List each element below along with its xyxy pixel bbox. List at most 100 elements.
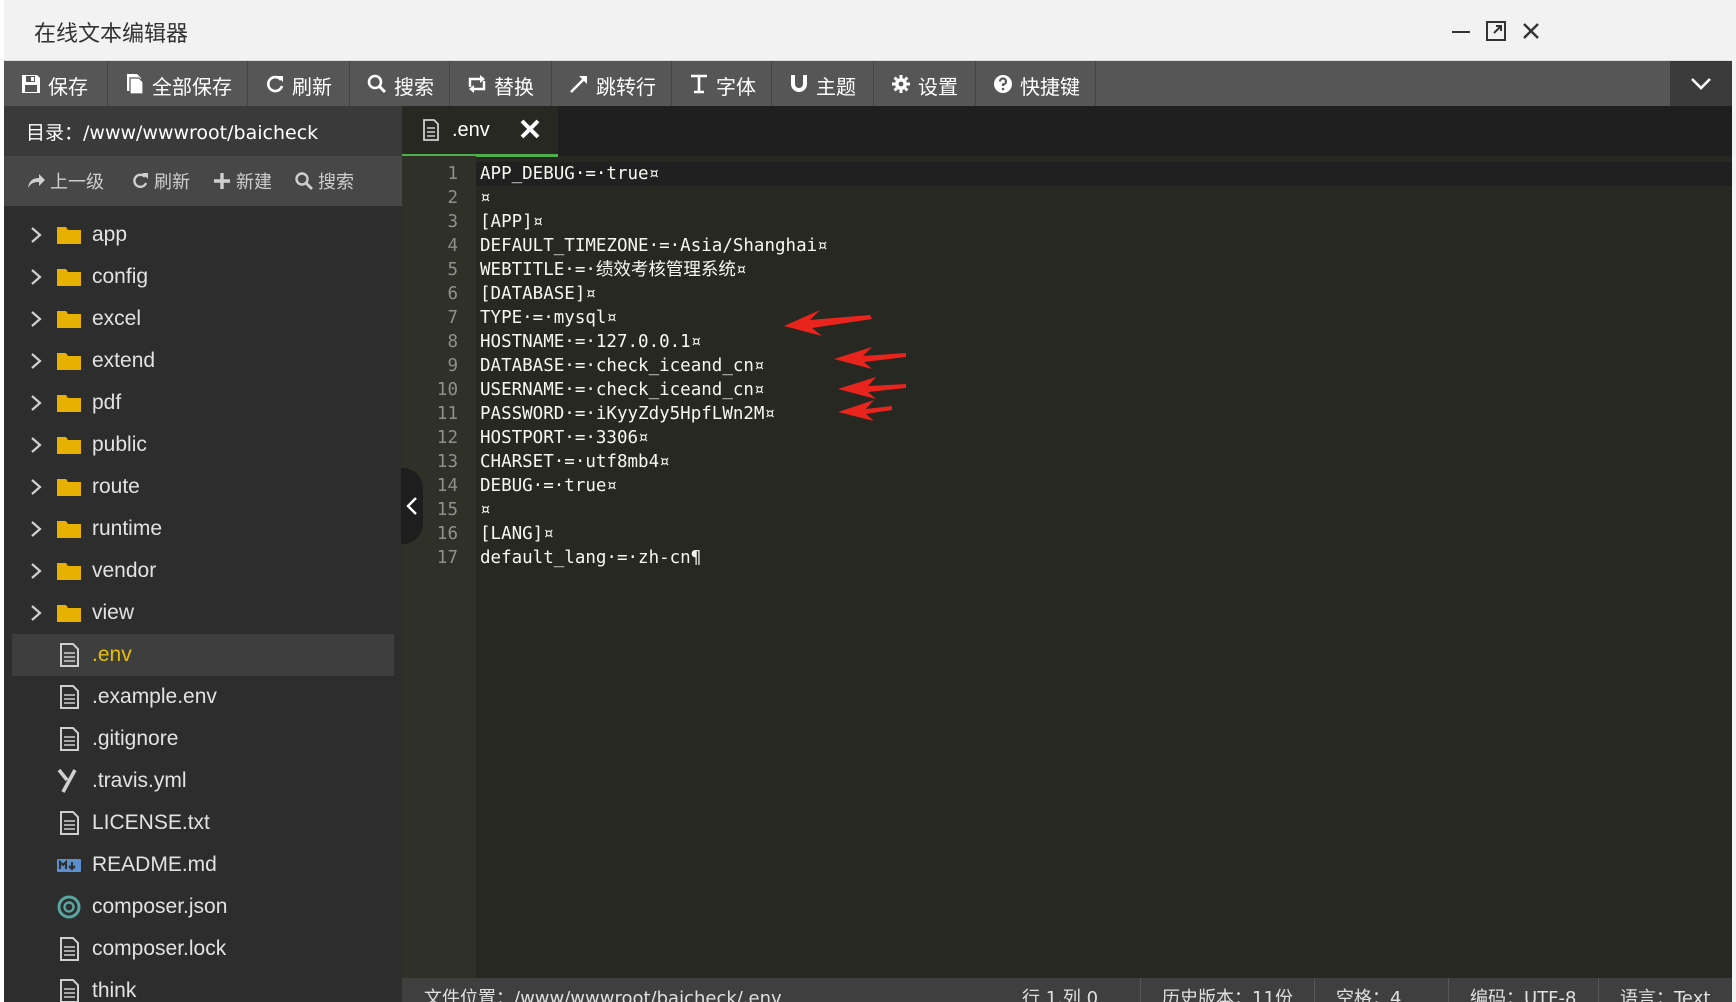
folder-row[interactable]: pdf [4,382,402,424]
line-number: 5 [447,260,458,280]
code-line[interactable]: 10 USERNAME·=·check_iceand_cn¤ [402,378,1732,402]
file-row-active[interactable]: .env [12,634,394,676]
close-button[interactable] [1514,14,1548,48]
file-tree: app config excel extend pdf public route… [4,214,402,1002]
refresh-button[interactable]: 刷新 [248,61,350,106]
code-line[interactable]: 13 CHARSET·=·utf8mb4¤ [402,450,1732,474]
replace-button[interactable]: 替换 [450,61,552,106]
title-bar: 在线文本编辑器 [4,0,1732,61]
up-level-button[interactable]: 上一级 [26,168,104,194]
code-line[interactable]: 17 default_lang·=·zh-cn¶ [402,546,1732,570]
code-line[interactable]: 12 HOSTPORT·=·3306¤ [402,426,1732,450]
folder-row[interactable]: app [4,214,402,256]
goto-line-button[interactable]: 跳转行 [552,61,672,106]
shortcuts-button[interactable]: 快捷键 [976,61,1096,106]
replace-icon [466,73,488,95]
folder-row[interactable]: excel [4,298,402,340]
outer-scrollbar[interactable] [1732,0,1736,1002]
directory-path: 目录：/www/wwwroot/baicheck [4,106,402,156]
file-name: think [92,979,137,1002]
chevron-right-icon [31,311,42,327]
chevron-left-icon [406,497,417,515]
minimize-button[interactable] [1444,14,1478,48]
file-row[interactable]: composer.json [4,886,402,928]
sidebar-refresh-button[interactable]: 刷新 [130,168,190,194]
search-icon [366,73,388,95]
file-row[interactable]: think [4,970,402,1002]
folder-row[interactable]: config [4,256,402,298]
folder-row[interactable]: route [4,466,402,508]
status-divider [1448,978,1449,1002]
folder-icon [57,353,81,370]
status-cursor-position: 行 1,列 0 [1022,988,1099,1002]
folder-name: extend [92,349,156,372]
code-line[interactable]: 1 APP_DEBUG·=·true¤ [402,162,1732,186]
folder-row[interactable]: public [4,424,402,466]
line-text: WEBTITLE·=·绩效考核管理系统¤ [480,260,747,280]
tab-env[interactable]: .env [402,106,558,157]
folder-name: app [92,223,128,246]
window-title: 在线文本编辑器 [34,22,189,47]
folder-icon [57,563,81,580]
save-all-button[interactable]: 全部保存 [108,61,248,106]
maximize-button[interactable] [1479,14,1513,48]
code-content[interactable]: 1 APP_DEBUG·=·true¤ 2 ¤ 3 [APP]¤ 4 DEFAULT_T… [402,162,1732,570]
file-row[interactable]: README.md [4,844,402,886]
folder-name: pdf [92,391,122,414]
code-line[interactable]: 4 DEFAULT_TIMEZONE·=·Asia/Shanghai¤ [402,234,1732,258]
folder-icon [57,521,81,538]
status-language[interactable]: 语言：Text [1620,984,1710,1002]
file-row[interactable]: .travis.yml [4,760,402,802]
code-line[interactable]: 8 HOSTNAME·=·127.0.0.1¤ [402,330,1732,354]
save-button[interactable]: 保存 [4,61,108,106]
code-line[interactable]: 9 DATABASE·=·check_iceand_cn¤ [402,354,1732,378]
chevron-right-icon [31,227,42,243]
status-bar: 文件位置：/www/wwwroot/baicheck/.env 行 1,列 0 … [402,978,1732,1002]
code-line[interactable]: 7 TYPE·=·mysql¤ [402,306,1732,330]
file-name: .travis.yml [92,769,187,792]
font-button[interactable]: 字体 [672,61,772,106]
search-button[interactable]: 搜索 [350,61,450,106]
file-icon [60,685,79,709]
code-line[interactable]: 14 DEBUG·=·true¤ [402,474,1732,498]
code-line[interactable]: 2 ¤ [402,186,1732,210]
file-icon [60,811,79,835]
code-line[interactable]: 11 PASSWORD·=·iKyyZdy5HpfLWn2M¤ [402,402,1732,426]
settings-button[interactable]: 设置 [874,61,976,106]
folder-row[interactable]: runtime [4,508,402,550]
folder-icon [57,269,81,286]
directory-tools: 上一级 刷新 新建 搜索 [4,156,402,206]
code-line[interactable]: 15 ¤ [402,498,1732,522]
toolbar-collapse-button[interactable] [1670,61,1732,106]
file-row[interactable]: LICENSE.txt [4,802,402,844]
folder-row[interactable]: view [4,592,402,634]
folder-name: runtime [92,517,163,540]
new-file-button[interactable]: 新建 [212,168,272,194]
code-line[interactable]: 5 WEBTITLE·=·绩效考核管理系统¤ [402,258,1732,282]
status-indent[interactable]: 空格：4 [1336,984,1401,1002]
code-line[interactable]: 3 [APP]¤ [402,210,1732,234]
line-text: USERNAME·=·check_iceand_cn¤ [480,380,765,400]
file-row[interactable]: .gitignore [4,718,402,760]
yaml-icon [57,768,77,793]
refresh-icon [133,173,148,189]
close-icon[interactable] [518,117,542,141]
save-icon [20,73,42,95]
sidebar-search-button[interactable]: 搜索 [294,168,354,194]
file-row[interactable]: .example.env [4,676,402,718]
line-text: PASSWORD·=·iKyyZdy5HpfLWn2M¤ [480,404,776,424]
chevron-right-icon [31,479,42,495]
file-row[interactable]: composer.lock [4,928,402,970]
line-text: DEBUG·=·true¤ [480,476,617,496]
code-line[interactable]: 6 [DATABASE]¤ [402,282,1732,306]
folder-row[interactable]: vendor [4,550,402,592]
status-encoding[interactable]: 编码：UTF-8 [1470,984,1576,1002]
chevron-right-icon [31,269,42,285]
file-icon [423,119,439,141]
sidebar-collapse-toggle[interactable] [401,468,423,544]
status-history[interactable]: 历史版本：11份 [1162,984,1293,1002]
theme-button[interactable]: 主题 [772,61,874,106]
code-line[interactable]: 16 [LANG]¤ [402,522,1732,546]
arrow-goto-icon [568,73,590,95]
folder-row[interactable]: extend [4,340,402,382]
